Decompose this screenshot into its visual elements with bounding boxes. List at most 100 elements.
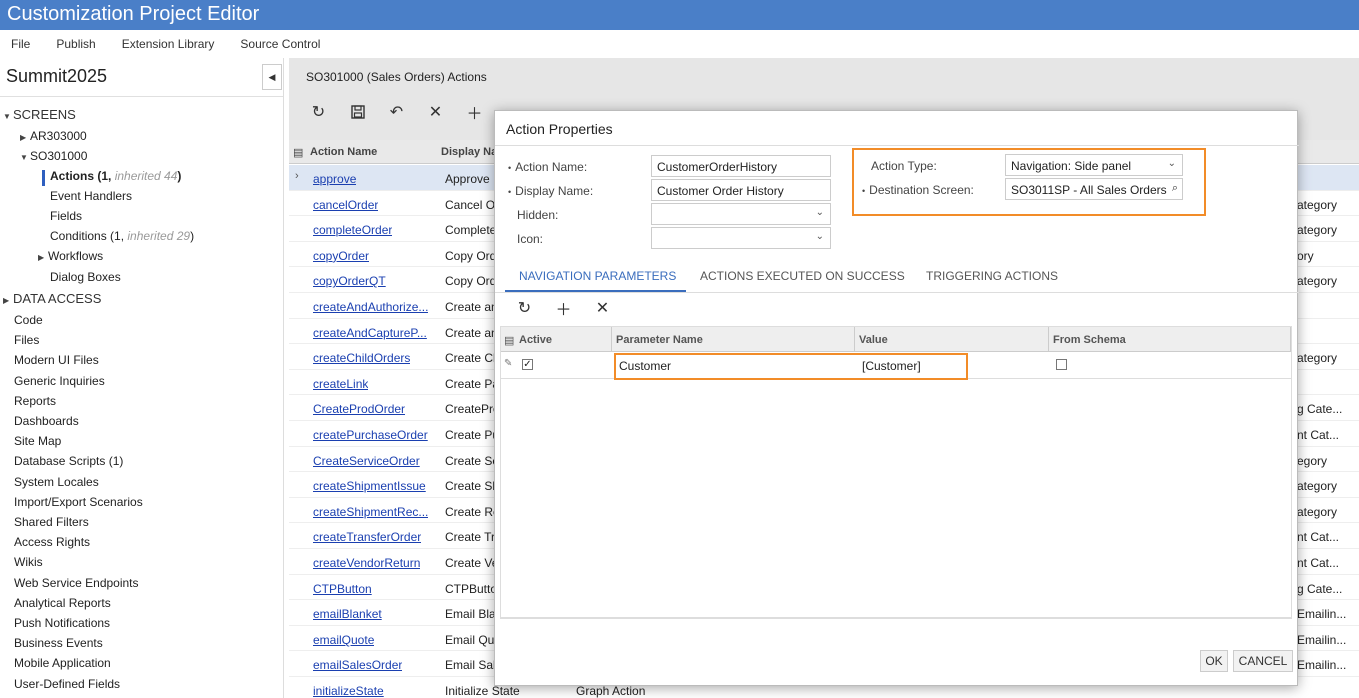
action-name-link[interactable]: CTPButton <box>313 582 372 596</box>
tree-item[interactable]: Reports <box>14 394 56 408</box>
app-title: Customization Project Editor <box>0 0 1359 30</box>
action-name-link[interactable]: CreateProdOrder <box>313 402 405 416</box>
menu-extension-library[interactable]: Extension Library <box>122 37 215 51</box>
action-name-link[interactable]: cancelOrder <box>313 198 378 212</box>
cancel-button[interactable]: CANCEL <box>1233 650 1293 672</box>
tab-navigation-parameters[interactable]: NAVIGATION PARAMETERS <box>519 269 676 283</box>
display-name-cell: Email Quo <box>445 632 502 647</box>
navigation-parameters-grid: ▤ Active Parameter Name Value From Schem… <box>500 326 1292 618</box>
display-name-cell: Create Re <box>445 504 500 519</box>
display-name-field[interactable]: Customer Order History <box>651 179 831 201</box>
action-name-link[interactable]: createAndCaptureP... <box>313 326 427 340</box>
tree-fields[interactable]: Fields <box>50 209 82 223</box>
action-name-link[interactable]: createVendorReturn <box>313 556 420 570</box>
tree-item[interactable]: Web Service Endpoints <box>14 576 139 590</box>
undo-icon[interactable]: ↶ <box>377 100 416 124</box>
action-name-link[interactable]: createShipmentIssue <box>313 479 426 493</box>
tree-screens[interactable]: ▼ SCREENS <box>3 107 76 122</box>
tab-triggering-actions[interactable]: TRIGGERING ACTIONS <box>926 269 1058 283</box>
delete-icon[interactable]: ✕ <box>416 100 455 124</box>
tree-data-access[interactable]: ▶ DATA ACCESS <box>3 291 101 306</box>
action-name-link[interactable]: createTransferOrder <box>313 530 421 544</box>
action-name-link[interactable]: copyOrderQT <box>313 274 386 288</box>
tree-item[interactable]: Shared Filters <box>14 515 89 529</box>
tree-dialog-boxes[interactable]: Dialog Boxes <box>50 270 121 284</box>
action-name-link[interactable]: createShipmentRec... <box>313 505 428 519</box>
action-name-link[interactable]: createChildOrders <box>313 351 410 365</box>
tree-item[interactable]: Database Scripts (1) <box>14 454 123 468</box>
tree-item[interactable]: Files <box>14 333 39 347</box>
tree-item[interactable]: Site Map <box>14 434 61 448</box>
action-name-link[interactable]: emailQuote <box>313 633 374 647</box>
action-name-link[interactable]: copyOrder <box>313 249 369 263</box>
action-name-link[interactable]: emailSalesOrder <box>313 658 402 672</box>
chevron-down-icon: ⌄ <box>815 207 824 218</box>
tree-ar303000[interactable]: ▶ AR303000 <box>20 129 87 143</box>
tree-item[interactable]: System Locales <box>14 475 99 489</box>
tree-conditions[interactable]: Conditions (1, inherited 29) <box>50 229 194 243</box>
action-name-link[interactable]: emailBlanket <box>313 607 382 621</box>
tree-actions[interactable]: Actions (1, inherited 44) <box>50 169 181 183</box>
tree-item[interactable]: Push Notifications <box>14 616 110 630</box>
menu-source-control[interactable]: Source Control <box>240 37 320 51</box>
selection-indicator <box>42 170 45 186</box>
action-name-link[interactable]: createAndAuthorize... <box>313 300 428 314</box>
add-icon[interactable]: ＋ <box>544 296 583 320</box>
tree-so301000[interactable]: ▼ SO301000 <box>20 149 87 163</box>
display-name-cell: Cancel O <box>445 197 496 212</box>
display-name-cell: Approve <box>445 172 490 186</box>
display-name-cell: Create Pu <box>445 428 500 442</box>
tree-item[interactable]: Dashboards <box>14 414 79 428</box>
active-checkbox[interactable]: ✓ <box>522 359 533 370</box>
col-parameter-name[interactable]: Parameter Name <box>616 334 703 346</box>
hidden-select[interactable]: ⌄ <box>651 203 831 225</box>
col-action-name[interactable]: Action Name <box>310 146 377 158</box>
collapse-panel-button[interactable]: ◀ <box>262 64 282 90</box>
col-from-schema[interactable]: From Schema <box>1053 334 1126 346</box>
action-name-link[interactable]: completeOrder <box>313 223 392 237</box>
category-cell: nt Cat... <box>1297 556 1340 570</box>
refresh-icon[interactable]: ↻ <box>505 296 544 320</box>
action-name-link[interactable]: CreateServiceOrder <box>313 454 420 468</box>
tree-item[interactable]: Import/Export Scenarios <box>14 495 143 509</box>
icon-select[interactable]: ⌄ <box>651 227 831 249</box>
tree-workflows[interactable]: ▶ Workflows <box>38 249 103 263</box>
menu-file[interactable]: File <box>11 37 30 51</box>
tree-item[interactable]: Generic Inquiries <box>14 374 105 388</box>
delete-icon[interactable]: ✕ <box>583 296 622 320</box>
tree-item[interactable]: Analytical Reports <box>14 596 111 610</box>
category-cell: ategory <box>1297 274 1338 289</box>
category-cell: ategory <box>1297 479 1338 494</box>
tree-item[interactable]: Mobile Application <box>14 656 111 670</box>
project-tree-panel: Summit2025 ◀ ▼ SCREENS ▶ AR303000 ▼ SO30100… <box>0 58 284 698</box>
tree-item[interactable]: Code <box>14 313 43 327</box>
action-name-link[interactable]: approve <box>313 172 356 186</box>
tree-item[interactable]: Access Rights <box>14 535 90 549</box>
display-name-cell: Email Sal <box>445 658 496 673</box>
tab-actions-executed-on-success[interactable]: ACTIONS EXECUTED ON SUCCESS <box>700 269 905 283</box>
display-name-cell: CTPButto <box>445 581 498 596</box>
tree-item[interactable]: Business Events <box>14 636 103 650</box>
tree-item[interactable]: User-Defined Fields <box>14 677 120 691</box>
col-active[interactable]: Active <box>519 334 552 346</box>
tree-event-handlers[interactable]: Event Handlers <box>50 189 132 203</box>
action-name-link[interactable]: initializeState <box>313 684 384 698</box>
save-icon[interactable] <box>338 100 377 124</box>
col-value[interactable]: Value <box>859 334 888 346</box>
display-name-cell: Create Tr <box>445 530 496 545</box>
grid-settings-icon[interactable]: ▤ <box>504 334 514 347</box>
action-properties-dialog: Action Properties • Action Name: Customer… <box>494 110 1299 686</box>
col-display-name[interactable]: Display Na <box>441 146 497 158</box>
ok-button[interactable]: OK <box>1200 650 1228 672</box>
action-name-link[interactable]: createPurchaseOrder <box>313 428 428 442</box>
add-icon[interactable]: ＋ <box>455 100 494 124</box>
grid-settings-icon[interactable]: ▤ <box>293 146 303 159</box>
action-name-link[interactable]: createLink <box>313 377 368 391</box>
tree-item[interactable]: Modern UI Files <box>14 353 99 367</box>
menu-publish[interactable]: Publish <box>56 37 95 51</box>
tree-item[interactable]: Wikis <box>14 555 43 569</box>
action-name-field[interactable]: CustomerOrderHistory <box>651 155 831 177</box>
from-schema-checkbox[interactable] <box>1056 359 1067 370</box>
dialog-title: Action Properties <box>506 121 613 137</box>
refresh-icon[interactable]: ↻ <box>299 100 338 124</box>
